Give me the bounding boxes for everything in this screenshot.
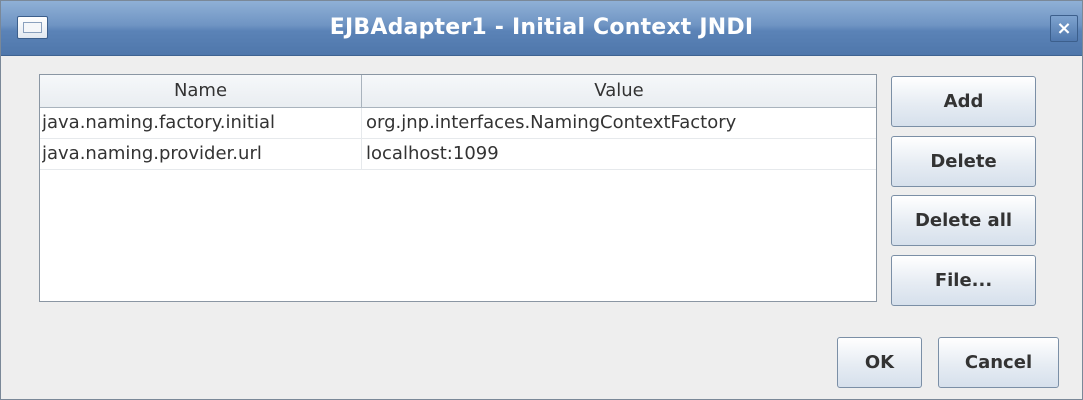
delete-button[interactable]: Delete: [891, 136, 1036, 187]
table-header: Name Value: [40, 75, 876, 108]
cell-value[interactable]: localhost:1099: [366, 139, 874, 169]
table-row[interactable]: java.naming.factory.initial org.jnp.inte…: [40, 108, 876, 139]
jndi-properties-table[interactable]: Name Value java.naming.factory.initial o…: [39, 74, 877, 302]
close-icon[interactable]: ×: [1050, 15, 1078, 42]
cell-value[interactable]: org.jnp.interfaces.NamingContextFactory: [366, 108, 874, 138]
title-bar[interactable]: EJBAdapter1 - Initial Context JNDI ×: [1, 1, 1082, 56]
delete-all-button[interactable]: Delete all: [891, 195, 1036, 246]
column-header-name[interactable]: Name: [40, 75, 362, 107]
ok-button[interactable]: OK: [837, 337, 922, 388]
add-button[interactable]: Add: [891, 76, 1036, 127]
table-row[interactable]: java.naming.provider.url localhost:1099: [40, 139, 876, 170]
file-button[interactable]: File...: [891, 255, 1036, 306]
dialog-window: EJBAdapter1 - Initial Context JNDI × Nam…: [0, 0, 1083, 400]
cancel-button[interactable]: Cancel: [938, 337, 1059, 388]
cell-name[interactable]: java.naming.factory.initial: [42, 108, 362, 138]
column-header-value[interactable]: Value: [362, 75, 876, 107]
cell-name[interactable]: java.naming.provider.url: [42, 139, 362, 169]
window-title: EJBAdapter1 - Initial Context JNDI: [329, 15, 754, 40]
